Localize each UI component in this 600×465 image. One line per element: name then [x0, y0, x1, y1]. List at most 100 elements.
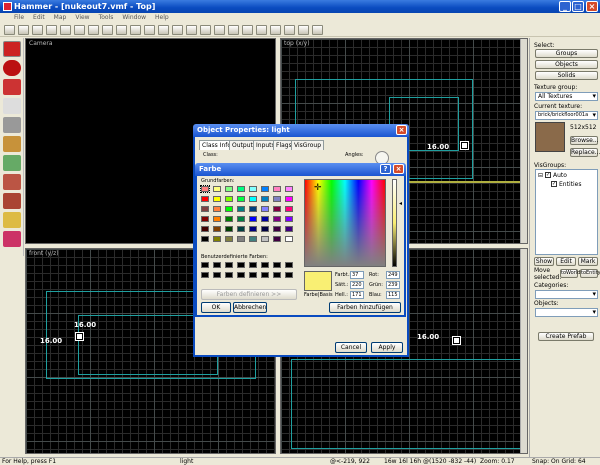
- basic-color-swatch[interactable]: [201, 206, 209, 212]
- path-tool-icon[interactable]: [3, 231, 21, 247]
- textured-icon[interactable]: [158, 24, 169, 35]
- entity-tool-icon[interactable]: [3, 98, 21, 114]
- vertex-tool-icon[interactable]: [284, 24, 295, 35]
- light-entity-icon[interactable]: [76, 333, 83, 340]
- quick-hide-icon[interactable]: [256, 24, 267, 35]
- texture-app-tool-icon[interactable]: [3, 136, 21, 152]
- create-prefab-button[interactable]: Create Prefab: [538, 332, 594, 341]
- custom-color-swatch[interactable]: [201, 272, 209, 278]
- 3d-grid-icon[interactable]: [46, 24, 57, 35]
- basic-color-swatch[interactable]: [213, 236, 221, 242]
- tab-visgroup[interactable]: VisGroup: [291, 140, 325, 150]
- lum-input[interactable]: 171: [350, 291, 364, 299]
- maximize-button[interactable]: □: [572, 1, 584, 12]
- basic-color-swatch[interactable]: [213, 196, 221, 202]
- basic-color-swatch[interactable]: [249, 216, 257, 222]
- camera-tool-icon[interactable]: [3, 79, 21, 95]
- run-map-icon[interactable]: [172, 24, 183, 35]
- properties-apply-button[interactable]: Apply: [371, 342, 403, 353]
- compile-icon[interactable]: [312, 24, 323, 35]
- basic-color-swatch[interactable]: [249, 236, 257, 242]
- sat-input[interactable]: 220: [350, 281, 364, 289]
- clip-tool-icon[interactable]: [3, 193, 21, 209]
- add-custom-color-button[interactable]: Farben hinzufügen: [329, 302, 401, 313]
- basic-color-swatch[interactable]: [225, 196, 233, 202]
- custom-color-swatch[interactable]: [201, 262, 209, 268]
- color-dialog-close-button[interactable]: ×: [393, 164, 404, 174]
- color-ok-button[interactable]: OK: [201, 302, 231, 313]
- define-colors-button[interactable]: Farben definieren >>: [201, 289, 297, 300]
- custom-color-swatch[interactable]: [213, 272, 221, 278]
- top-viewport-scrollbar[interactable]: [520, 39, 527, 243]
- basic-color-swatch[interactable]: [225, 236, 233, 242]
- light-entity-icon[interactable]: [453, 337, 460, 344]
- color-cancel-button[interactable]: Abbrechen: [233, 302, 267, 313]
- basic-color-swatch[interactable]: [237, 206, 245, 212]
- basic-color-swatch[interactable]: [237, 196, 245, 202]
- basic-color-swatch[interactable]: [201, 226, 209, 232]
- block-tool-icon[interactable]: [3, 117, 21, 133]
- overlay-icon[interactable]: [298, 24, 309, 35]
- luminance-slider[interactable]: [392, 179, 397, 267]
- close-window-button[interactable]: ×: [586, 1, 598, 12]
- basic-color-swatch[interactable]: [273, 226, 281, 232]
- cordon-icon[interactable]: [200, 24, 211, 35]
- vertex-tool-icon[interactable]: [3, 212, 21, 228]
- basic-color-swatch[interactable]: [225, 206, 233, 212]
- to-world-button[interactable]: toWorld: [560, 269, 580, 278]
- basic-color-swatch[interactable]: [201, 196, 209, 202]
- carve-icon[interactable]: [74, 24, 85, 35]
- basic-color-swatch[interactable]: [273, 196, 281, 202]
- basic-color-swatch[interactable]: [261, 206, 269, 212]
- custom-color-swatch[interactable]: [273, 272, 281, 278]
- properties-cancel-button[interactable]: Cancel: [335, 342, 367, 353]
- basic-color-swatch[interactable]: [261, 186, 269, 192]
- basic-color-swatch[interactable]: [237, 216, 245, 222]
- basic-color-swatch[interactable]: [285, 216, 293, 222]
- basic-color-swatch[interactable]: [285, 206, 293, 212]
- to-entity-button[interactable]: toEntity: [580, 269, 600, 278]
- apply-texture-tool-icon[interactable]: [3, 155, 21, 171]
- red-input[interactable]: 249: [386, 271, 400, 279]
- entities-checkbox[interactable]: ✓: [551, 181, 557, 187]
- help-button[interactable]: ?: [380, 164, 391, 174]
- basic-color-swatch[interactable]: [285, 236, 293, 242]
- minimize-button[interactable]: _: [559, 1, 571, 12]
- basic-color-swatch[interactable]: [213, 216, 221, 222]
- light-entity-icon[interactable]: [461, 142, 468, 149]
- menu-file[interactable]: File: [14, 13, 24, 23]
- side-viewport-scrollbar[interactable]: [520, 249, 527, 453]
- basic-color-swatch[interactable]: [261, 216, 269, 222]
- basic-color-swatch[interactable]: [237, 236, 245, 242]
- texture-lock-icon[interactable]: [186, 24, 197, 35]
- hue-input[interactable]: 37: [350, 271, 364, 279]
- browse-button[interactable]: Browse...: [570, 136, 599, 145]
- custom-color-swatch[interactable]: [285, 262, 293, 268]
- check-problems-icon[interactable]: [228, 24, 239, 35]
- basic-color-swatch[interactable]: [285, 226, 293, 232]
- basic-color-swatch[interactable]: [273, 186, 281, 192]
- basic-color-swatch[interactable]: [225, 226, 233, 232]
- basic-color-swatch[interactable]: [225, 186, 233, 192]
- basic-color-swatch[interactable]: [249, 196, 257, 202]
- custom-color-swatch[interactable]: [213, 262, 221, 268]
- custom-color-swatch[interactable]: [237, 272, 245, 278]
- basic-color-swatch[interactable]: [273, 216, 281, 222]
- visgroups-tree[interactable]: ⊟ ✓ Auto ✓ Entities: [535, 169, 598, 255]
- custom-color-swatch[interactable]: [225, 262, 233, 268]
- custom-color-swatch[interactable]: [261, 262, 269, 268]
- auto-checkbox[interactable]: ✓: [545, 172, 551, 178]
- basic-color-swatch[interactable]: [201, 216, 209, 222]
- custom-color-swatch[interactable]: [225, 272, 233, 278]
- custom-color-swatch[interactable]: [249, 262, 257, 268]
- groups-button[interactable]: Groups: [535, 49, 598, 58]
- objects-select[interactable]: [535, 308, 598, 317]
- basic-color-swatch[interactable]: [273, 236, 281, 242]
- basic-color-swatch[interactable]: [213, 186, 221, 192]
- hide-icon[interactable]: [116, 24, 127, 35]
- luminance-arrow-icon[interactable]: ◂: [399, 200, 402, 207]
- green-input[interactable]: 239: [386, 281, 400, 289]
- wireframe-icon[interactable]: [144, 24, 155, 35]
- menu-edit[interactable]: Edit: [33, 13, 45, 23]
- grid-toggle-icon[interactable]: [4, 24, 15, 35]
